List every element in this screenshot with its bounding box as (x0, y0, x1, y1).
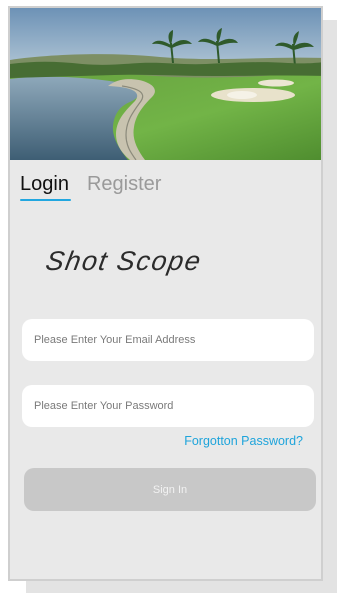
forgot-password-link[interactable]: Forgotton Password? (184, 434, 303, 448)
email-field[interactable] (22, 319, 314, 361)
email-field-container (22, 319, 314, 361)
logo-text: Shot Scope (43, 246, 205, 276)
password-field[interactable] (22, 385, 314, 427)
page: Login Register Shot Scope Forgotton Pass… (0, 0, 337, 593)
login-card: Login Register Shot Scope Forgotton Pass… (8, 6, 323, 581)
sign-in-button[interactable]: Sign In (24, 468, 316, 511)
shot-scope-logo: Shot Scope (43, 246, 286, 282)
tab-register[interactable]: Register (87, 172, 161, 196)
auth-tabs: Login Register (20, 172, 161, 201)
tab-login[interactable]: Login (20, 172, 71, 201)
golf-course-hero-image (10, 8, 321, 160)
password-field-container (22, 385, 314, 427)
